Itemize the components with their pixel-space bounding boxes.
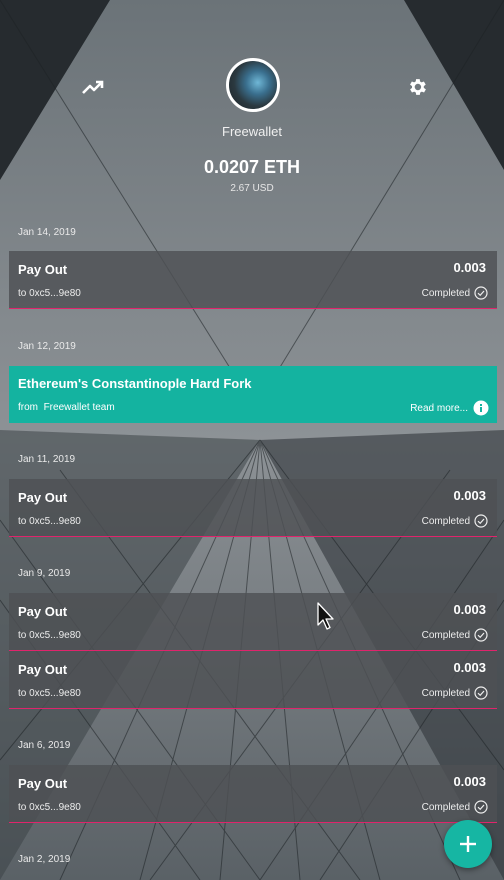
check-circle-icon: [474, 286, 488, 300]
transaction-amount: 0.003: [453, 602, 486, 617]
info-icon: [473, 400, 489, 416]
transaction-row[interactable]: Pay Out 0.003 to 0xc5...9e80 Completed: [9, 479, 497, 537]
date-header: Jan 9, 2019: [18, 568, 71, 579]
status-label: Completed: [421, 801, 470, 813]
transaction-amount: 0.003: [453, 660, 486, 675]
transaction-status: Completed: [422, 286, 488, 300]
transaction-row[interactable]: Pay Out 0.003 to 0xc5...9e80 Completed: [9, 593, 497, 651]
transaction-status: Completed: [422, 514, 488, 528]
read-more-label: Read more...: [410, 402, 468, 414]
transaction-status: Completed: [422, 628, 488, 642]
wallet-name: Freewallet: [222, 124, 282, 139]
mouse-cursor-icon: [317, 602, 334, 630]
news-card[interactable]: Ethereum's Constantinople Hard Fork from…: [9, 366, 497, 423]
transaction-amount: 0.003: [453, 488, 486, 503]
trending-up-icon[interactable]: [80, 74, 106, 100]
check-circle-icon: [474, 800, 488, 814]
transaction-title: Pay Out: [18, 262, 68, 277]
avatar[interactable]: [226, 58, 280, 112]
status-label: Completed: [421, 287, 470, 299]
date-header: Jan 2, 2019: [18, 854, 71, 865]
date-header: Jan 12, 2019: [18, 341, 76, 352]
balance: 0.0207 ETH: [203, 157, 301, 177]
transaction-title: Pay Out: [18, 776, 68, 791]
news-from-label: from: [18, 402, 38, 413]
gear-icon[interactable]: [404, 74, 430, 100]
transaction-amount: 0.003: [453, 260, 486, 275]
transaction-row[interactable]: Pay Out 0.003 to 0xc5...9e80 Completed: [9, 251, 497, 309]
transaction-address: to 0xc5...9e80: [18, 688, 81, 699]
transaction-row[interactable]: Pay Out 0.003 to 0xc5...9e80 Completed: [9, 765, 497, 823]
check-circle-icon: [474, 686, 488, 700]
news-from: Freewallet team: [43, 402, 115, 413]
date-header: Jan 11, 2019: [18, 454, 76, 465]
transaction-title: Pay Out: [18, 662, 68, 677]
transaction-title: Pay Out: [18, 490, 68, 505]
date-header: Jan 6, 2019: [18, 740, 71, 751]
check-circle-icon: [474, 514, 488, 528]
transaction-status: Completed: [422, 800, 488, 814]
read-more-link[interactable]: Read more...: [410, 400, 489, 416]
plus-icon: [460, 836, 476, 852]
transaction-amount: 0.003: [453, 774, 486, 789]
news-title: Ethereum's Constantinople Hard Fork: [18, 376, 252, 391]
date-header: Jan 14, 2019: [18, 227, 76, 238]
transaction-address: to 0xc5...9e80: [18, 516, 81, 527]
transaction-status: Completed: [422, 686, 488, 700]
balance-fiat: 2.67 USD: [230, 183, 274, 194]
transaction-address: to 0xc5...9e80: [18, 288, 81, 299]
status-label: Completed: [421, 629, 470, 641]
transaction-row[interactable]: Pay Out 0.003 to 0xc5...9e80 Completed: [9, 651, 497, 709]
add-button[interactable]: [444, 820, 492, 868]
transaction-title: Pay Out: [18, 604, 68, 619]
news-source: from Freewallet team: [18, 402, 115, 413]
status-label: Completed: [421, 515, 470, 527]
check-circle-icon: [474, 628, 488, 642]
status-label: Completed: [421, 687, 470, 699]
transaction-address: to 0xc5...9e80: [18, 630, 81, 641]
transaction-address: to 0xc5...9e80: [18, 802, 81, 813]
